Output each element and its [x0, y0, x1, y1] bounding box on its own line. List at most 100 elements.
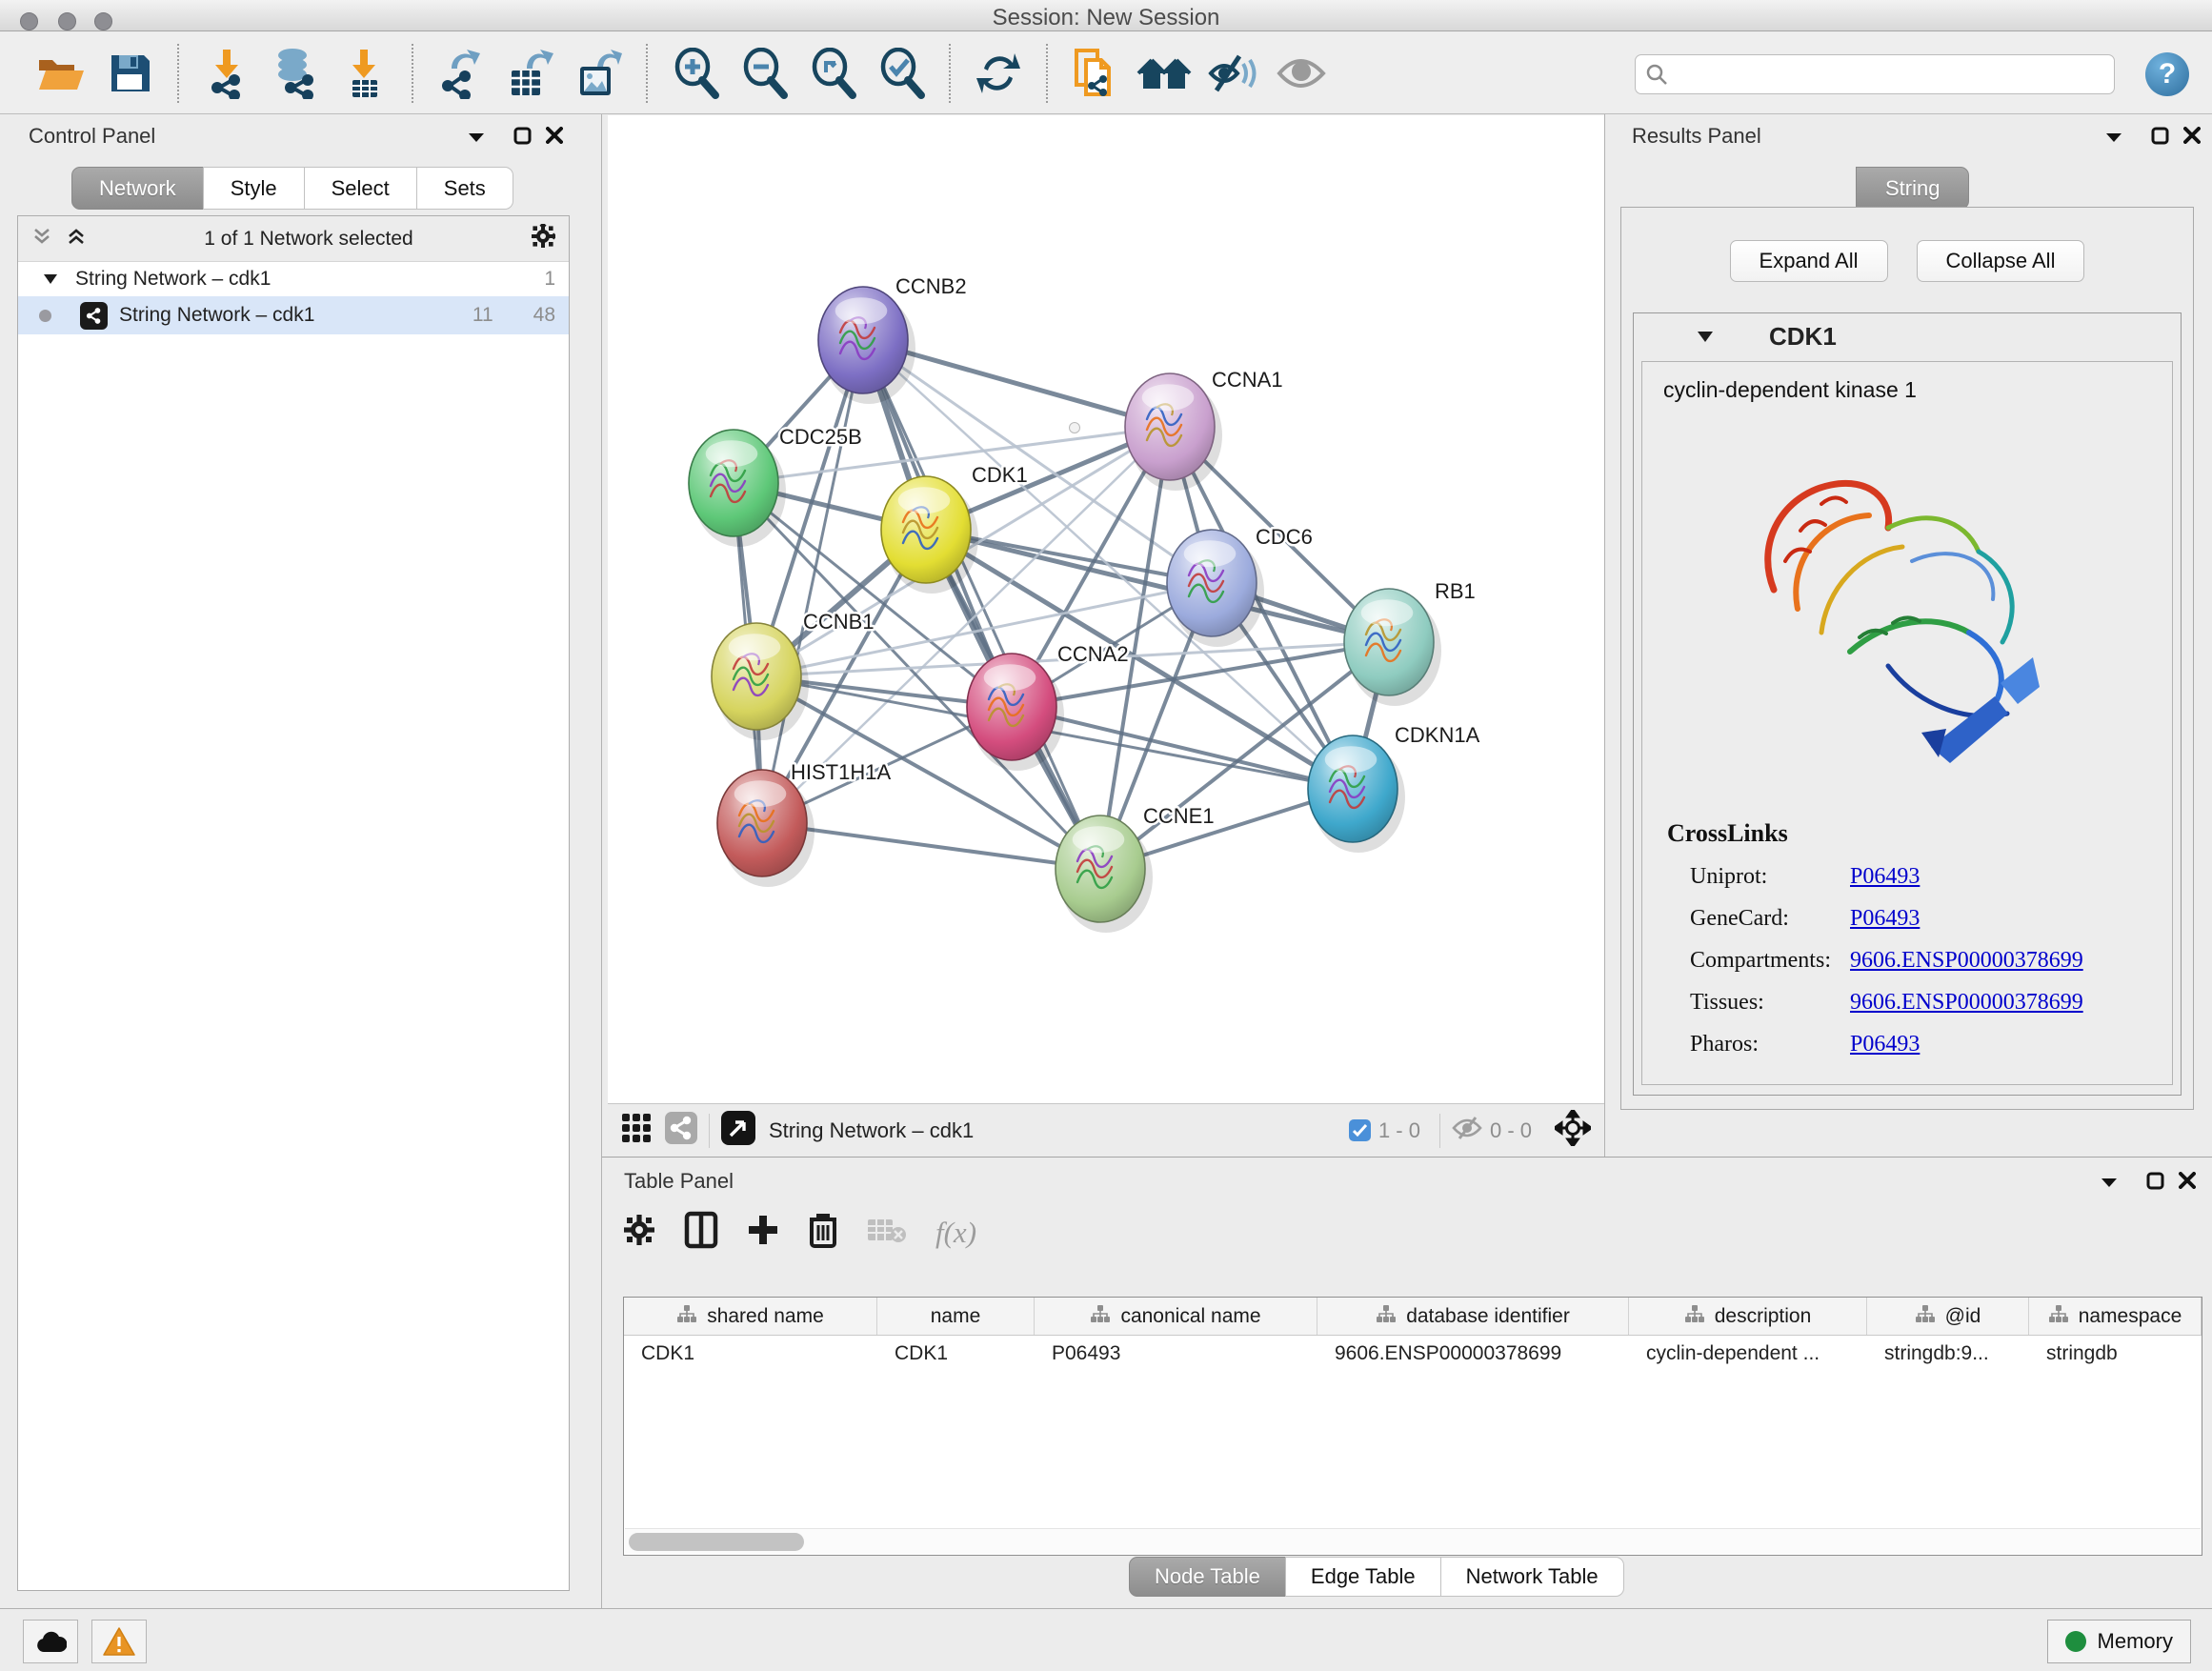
close-panel-icon[interactable] — [543, 124, 566, 147]
network-edge-CCNB2-HIST1H1A[interactable] — [762, 340, 863, 823]
table-cell[interactable]: 9606.ENSP00000378699 — [1317, 1336, 1629, 1372]
column-header-database-identifier[interactable]: database identifier — [1317, 1298, 1629, 1335]
table-cell[interactable]: CDK1 — [877, 1336, 1035, 1372]
toolbar-search[interactable] — [1635, 54, 2115, 94]
tab-style[interactable]: Style — [203, 167, 305, 210]
expand-all-button[interactable]: Expand All — [1730, 240, 1888, 282]
tab-node-table[interactable]: Node Table — [1129, 1557, 1286, 1597]
delete-column-icon[interactable] — [808, 1212, 838, 1253]
open-session-icon[interactable] — [32, 44, 90, 103]
network-node-CCNE1[interactable] — [1056, 815, 1153, 933]
collapse-entry-icon[interactable] — [1697, 331, 1714, 343]
column-header-namespace[interactable]: namespace — [2029, 1298, 2202, 1335]
show-hidden-eye-icon[interactable] — [1273, 44, 1330, 103]
help-icon[interactable]: ? — [2145, 52, 2189, 96]
tab-select[interactable]: Select — [304, 167, 417, 210]
collapse-all-button[interactable]: Collapse All — [1917, 240, 2085, 282]
refresh-view-icon[interactable] — [970, 44, 1027, 103]
network-canvas[interactable]: CCNB2CCNA1CDC25BCDK1CDC6RB1CCNB1CCNA2CDK… — [608, 115, 1604, 1103]
splitter-handle[interactable] — [1069, 422, 1080, 433]
memory-button[interactable]: Memory — [2047, 1620, 2191, 1663]
hide-selected-eye-icon[interactable] — [1204, 44, 1261, 103]
network-node-CDC6[interactable] — [1167, 530, 1264, 647]
table-row[interactable]: CDK1CDK1P064939606.ENSP00000378699cyclin… — [624, 1336, 2202, 1372]
zoom-fit-icon[interactable] — [804, 44, 861, 103]
crosslink-link[interactable]: P06493 — [1850, 906, 1920, 932]
network-node-CDKN1A[interactable] — [1308, 735, 1405, 853]
zoom-out-icon[interactable] — [735, 44, 793, 103]
network-collection-row[interactable]: String Network – cdk1 1 — [18, 262, 569, 296]
panel-menu-icon[interactable] — [465, 126, 488, 149]
import-network-file-icon[interactable] — [198, 44, 255, 103]
import-network-database-icon[interactable] — [267, 44, 324, 103]
birds-eye-view-icon[interactable] — [621, 1113, 652, 1148]
panel-menu-icon[interactable] — [2102, 126, 2125, 149]
table-cell[interactable]: CDK1 — [624, 1336, 877, 1372]
tab-string[interactable]: String — [1856, 167, 1969, 210]
import-table-file-icon[interactable] — [335, 44, 392, 103]
panel-menu-icon[interactable] — [2098, 1171, 2121, 1194]
zoom-in-icon[interactable] — [667, 44, 724, 103]
warning-status-button[interactable] — [91, 1620, 147, 1663]
network-share-icon[interactable] — [665, 1112, 697, 1149]
float-panel-icon[interactable] — [2143, 1169, 2166, 1192]
network-node-CDC25B[interactable] — [689, 430, 786, 547]
crosslink-link[interactable]: P06493 — [1850, 864, 1920, 890]
float-panel-icon[interactable] — [511, 124, 533, 147]
crosslink-row: Tissues:9606.ENSP00000378699 — [1667, 990, 2172, 1016]
network-graph[interactable]: CCNB2CCNA1CDC25BCDK1CDC6RB1CCNB1CCNA2CDK… — [608, 115, 1604, 1103]
expand-all-tree-icon[interactable] — [31, 226, 52, 252]
zoom-selected-icon[interactable] — [873, 44, 930, 103]
export-network-icon[interactable] — [432, 44, 490, 103]
table-cell[interactable]: stringdb:9... — [1867, 1336, 2029, 1372]
cloud-status-button[interactable] — [23, 1620, 78, 1663]
add-column-icon[interactable] — [747, 1214, 779, 1251]
hidden-eye-icon[interactable] — [1452, 1116, 1482, 1145]
export-table-icon[interactable] — [501, 44, 558, 103]
home-icon[interactable] — [1136, 44, 1193, 103]
tab-sets[interactable]: Sets — [416, 167, 513, 210]
network-row[interactable]: String Network – cdk1 11 48 — [18, 296, 569, 334]
scrollbar-thumb[interactable] — [629, 1533, 804, 1551]
tab-edge-table[interactable]: Edge Table — [1285, 1557, 1441, 1597]
crosslink-link[interactable]: 9606.ENSP00000378699 — [1850, 948, 2083, 974]
open-in-window-icon[interactable] — [721, 1111, 755, 1150]
node-table[interactable]: shared namenamecanonical namedatabase id… — [623, 1297, 2202, 1556]
crosslink-row: Uniprot:P06493 — [1667, 864, 2172, 890]
close-panel-icon[interactable] — [2181, 124, 2203, 147]
collapse-triangle-icon[interactable] — [43, 273, 58, 285]
table-cell[interactable]: cyclin-dependent ... — [1629, 1336, 1867, 1372]
network-node-CCNB2[interactable] — [818, 287, 915, 404]
table-cell[interactable]: P06493 — [1035, 1336, 1317, 1372]
float-panel-icon[interactable] — [2148, 124, 2171, 147]
tab-network[interactable]: Network — [71, 167, 204, 210]
crosslink-link[interactable]: P06493 — [1850, 1032, 1920, 1057]
column-header-name[interactable]: name — [877, 1298, 1035, 1335]
network-node-CDK1[interactable] — [881, 476, 978, 594]
save-session-icon[interactable] — [101, 44, 158, 103]
network-node-CCNA1[interactable] — [1125, 373, 1222, 491]
table-cell[interactable]: stringdb — [2029, 1336, 2202, 1372]
network-node-RB1[interactable] — [1344, 589, 1441, 706]
search-input[interactable] — [1676, 63, 2104, 87]
column-header-canonical-name[interactable]: canonical name — [1035, 1298, 1317, 1335]
horizontal-scrollbar[interactable] — [625, 1528, 2201, 1554]
close-panel-icon[interactable] — [2176, 1169, 2199, 1192]
network-options-gear-icon[interactable] — [531, 224, 555, 253]
copy-network-icon[interactable] — [1067, 44, 1124, 103]
selected-nodes-checkbox[interactable] — [1349, 1119, 1371, 1141]
table-options-gear-icon[interactable] — [623, 1214, 655, 1251]
hidden-counts: 0 - 0 — [1490, 1118, 1532, 1143]
column-header-shared-name[interactable]: shared name — [624, 1298, 877, 1335]
tab-network-table[interactable]: Network Table — [1440, 1557, 1624, 1597]
export-image-icon[interactable] — [570, 44, 627, 103]
network-node-CCNA2[interactable] — [967, 654, 1064, 771]
column-header-description[interactable]: description — [1629, 1298, 1867, 1335]
column-header--id[interactable]: @id — [1867, 1298, 2029, 1335]
show-columns-icon[interactable] — [684, 1211, 718, 1254]
crosslink-link[interactable]: 9606.ENSP00000378699 — [1850, 990, 2083, 1016]
tree-column-icon — [1090, 1304, 1111, 1329]
fit-content-move-icon[interactable] — [1555, 1110, 1591, 1151]
network-edge-CCNB2-CCNE1[interactable] — [863, 340, 1100, 869]
collapse-all-tree-icon[interactable] — [66, 226, 87, 252]
